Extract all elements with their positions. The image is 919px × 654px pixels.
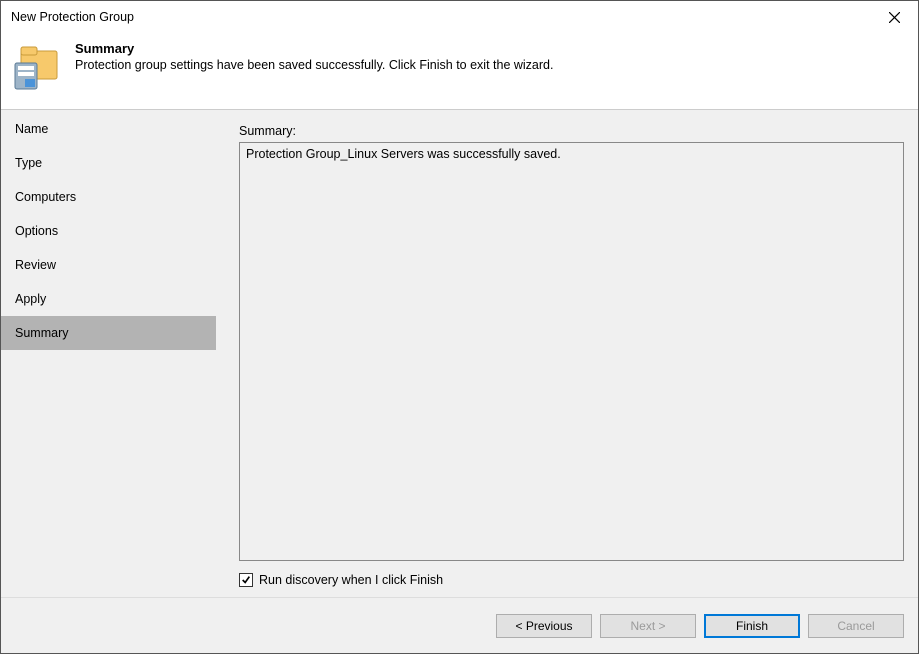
- header-text-block: Summary Protection group settings have b…: [75, 41, 553, 72]
- sidebar-item-options[interactable]: Options: [1, 214, 216, 248]
- run-discovery-checkbox[interactable]: [239, 573, 253, 587]
- titlebar: New Protection Group: [1, 1, 918, 33]
- cancel-button: Cancel: [808, 614, 904, 638]
- wizard-body: Name Type Computers Options Review Apply…: [1, 110, 918, 597]
- run-discovery-row: Run discovery when I click Finish: [239, 573, 904, 587]
- close-icon: [889, 12, 900, 23]
- sidebar-item-summary[interactable]: Summary: [1, 316, 216, 350]
- close-button[interactable]: [872, 2, 916, 32]
- previous-button[interactable]: < Previous: [496, 614, 592, 638]
- sidebar-item-review[interactable]: Review: [1, 248, 216, 282]
- header-description: Protection group settings have been save…: [75, 58, 553, 72]
- wizard-steps-sidebar: Name Type Computers Options Review Apply…: [1, 110, 217, 597]
- sidebar-item-name[interactable]: Name: [1, 112, 216, 146]
- protection-group-folder-icon: [13, 43, 61, 91]
- summary-textbox[interactable]: Protection Group_Linux Servers was succe…: [239, 142, 904, 561]
- wizard-footer: < Previous Next > Finish Cancel: [1, 597, 918, 653]
- wizard-main-panel: Summary: Protection Group_Linux Servers …: [217, 110, 918, 597]
- run-discovery-label[interactable]: Run discovery when I click Finish: [259, 573, 443, 587]
- checkmark-icon: [241, 575, 251, 585]
- wizard-window: New Protection Group Summary Protection …: [0, 0, 919, 654]
- sidebar-item-computers[interactable]: Computers: [1, 180, 216, 214]
- window-title: New Protection Group: [11, 10, 872, 24]
- sidebar-item-type[interactable]: Type: [1, 146, 216, 180]
- sidebar-item-apply[interactable]: Apply: [1, 282, 216, 316]
- next-button: Next >: [600, 614, 696, 638]
- header-title: Summary: [75, 41, 553, 56]
- wizard-header: Summary Protection group settings have b…: [1, 33, 918, 110]
- finish-button[interactable]: Finish: [704, 614, 800, 638]
- summary-label: Summary:: [239, 124, 904, 138]
- summary-text: Protection Group_Linux Servers was succe…: [246, 147, 561, 161]
